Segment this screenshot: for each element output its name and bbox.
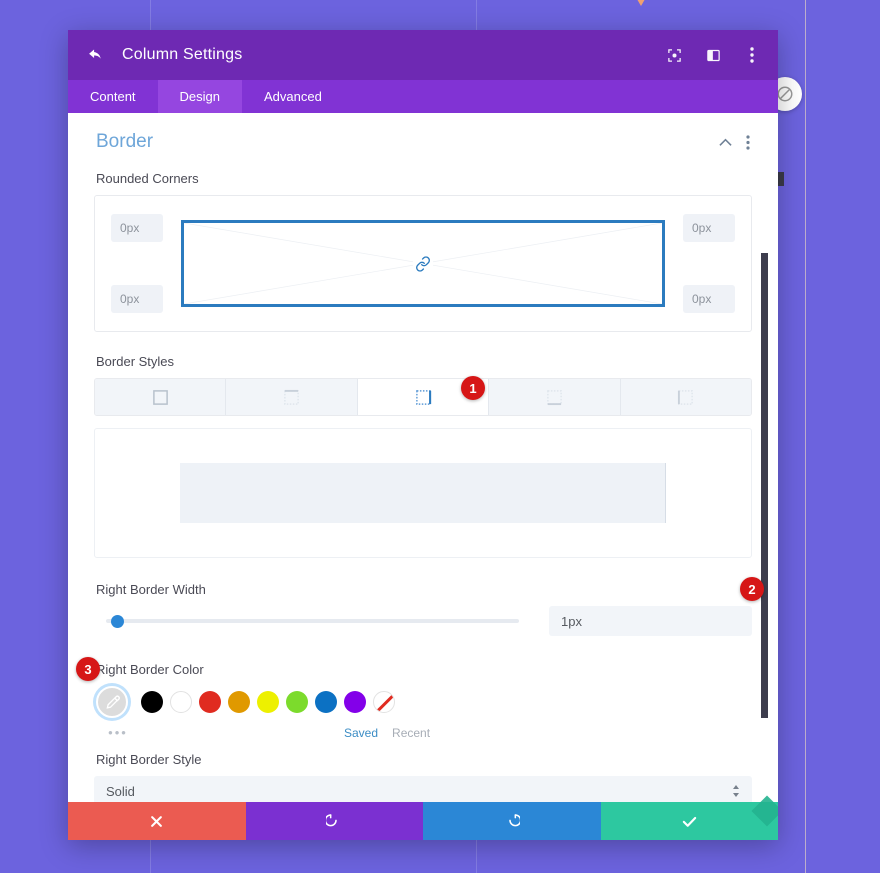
swatch-red[interactable] — [199, 691, 221, 713]
border-left-icon[interactable] — [620, 379, 751, 415]
select-caret-icon — [732, 784, 740, 799]
border-width-row: 1px — [94, 606, 752, 636]
tab-content[interactable]: Content — [68, 80, 158, 113]
border-styles-label: Border Styles — [96, 354, 175, 369]
swatch-green[interactable] — [286, 691, 308, 713]
swatch-transparent[interactable] — [373, 691, 395, 713]
more-options-icon[interactable] — [742, 45, 762, 65]
canvas-grid-line — [805, 0, 806, 873]
border-style-value: Solid — [106, 783, 135, 799]
border-style-label: Right Border Style — [96, 752, 202, 767]
modal-scrollbar[interactable] — [761, 253, 768, 718]
fullscreen-icon[interactable] — [664, 45, 684, 65]
saved-colors-tab[interactable]: Saved — [344, 726, 378, 740]
border-width-input[interactable]: 1px — [549, 606, 752, 636]
save-button[interactable] — [600, 802, 778, 840]
border-section-header: Border — [94, 131, 752, 153]
corner-preview-box — [181, 220, 665, 307]
swatch-blue[interactable] — [315, 691, 337, 713]
step-badge-2: 2 — [740, 577, 764, 601]
link-chain-icon[interactable] — [413, 253, 433, 274]
slider-handle[interactable] — [111, 614, 124, 628]
swatch-yellow[interactable] — [257, 691, 279, 713]
swatch-orange[interactable] — [228, 691, 250, 713]
tab-design[interactable]: Design — [157, 80, 243, 113]
triangle-down-icon — [634, 0, 648, 6]
more-colors-icon[interactable]: ••• — [96, 726, 140, 739]
modal-body: Border Rounded Corners 0px 0px 0px 0px B… — [68, 113, 778, 802]
color-swatch-row — [96, 686, 752, 718]
swatch-black[interactable] — [141, 691, 163, 713]
layout-view-icon[interactable] — [703, 45, 723, 65]
border-top-icon[interactable] — [226, 379, 358, 415]
swatch-white[interactable] — [170, 691, 192, 713]
border-all-icon[interactable] — [95, 379, 227, 415]
step-badge-3: 3 — [76, 657, 100, 681]
column-settings-modal: Column Settings Content Design Advanced … — [68, 30, 778, 840]
section-title: Border — [96, 131, 154, 152]
eyedropper-icon[interactable] — [96, 686, 128, 718]
border-width-label: Right Border Width — [96, 582, 206, 597]
border-preview-rect — [180, 463, 666, 523]
swatch-purple[interactable] — [344, 691, 366, 713]
rounded-corners-control: 0px 0px 0px 0px — [94, 195, 752, 332]
back-arrow-icon[interactable] — [84, 44, 106, 66]
page-title: Column Settings — [122, 46, 243, 63]
color-subrow: ••• Saved Recent — [96, 724, 752, 742]
slider-track — [106, 619, 519, 623]
border-styles-group — [94, 378, 752, 416]
more-options-icon[interactable] — [746, 134, 750, 150]
rounded-corners-label: Rounded Corners — [96, 171, 199, 186]
modal-tabs: Content Design Advanced — [68, 80, 778, 113]
step-badge-1: 1 — [461, 376, 485, 400]
border-preview-card — [94, 428, 752, 558]
cancel-button[interactable] — [68, 802, 246, 840]
corner-bottom-left-input[interactable]: 0px — [111, 285, 163, 313]
undo-button[interactable] — [245, 802, 423, 840]
border-width-slider[interactable] — [106, 612, 519, 630]
corner-top-left-input[interactable]: 0px — [111, 214, 163, 242]
corner-bottom-right-input[interactable]: 0px — [683, 285, 735, 313]
border-bottom-icon[interactable] — [489, 379, 621, 415]
tab-advanced[interactable]: Advanced — [242, 80, 344, 113]
modal-header: Column Settings — [68, 30, 778, 80]
redo-button[interactable] — [423, 802, 601, 840]
recent-colors-tab[interactable]: Recent — [392, 726, 430, 740]
border-style-select[interactable]: Solid — [94, 776, 752, 802]
modal-footer — [68, 802, 778, 840]
header-tools — [664, 45, 762, 65]
corner-top-right-input[interactable]: 0px — [683, 214, 735, 242]
chevron-up-icon[interactable] — [719, 138, 732, 147]
border-color-label: Right Border Color — [96, 662, 204, 677]
